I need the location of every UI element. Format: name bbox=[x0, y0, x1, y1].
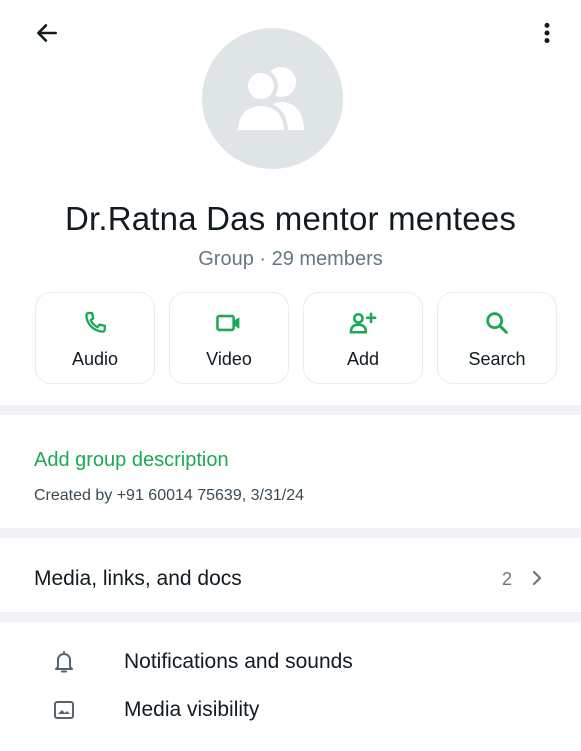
section-divider bbox=[0, 405, 581, 415]
add-label: Add bbox=[346, 349, 380, 369]
media-count: 2 bbox=[502, 569, 513, 589]
section-divider bbox=[0, 528, 581, 538]
chevron-right-icon bbox=[530, 566, 548, 590]
media-visibility-row[interactable]: Media visibility bbox=[0, 684, 581, 736]
quick-actions: Audio Video Add Search bbox=[35, 292, 559, 386]
image-icon bbox=[50, 696, 78, 724]
back-button[interactable] bbox=[30, 16, 64, 50]
group-member-count: Group · 29 members bbox=[198, 248, 383, 270]
group-name: Dr.Ratna Das mentor mentees bbox=[64, 200, 517, 237]
add-group-description-link[interactable]: Add group description bbox=[34, 449, 229, 472]
more-vertical-icon bbox=[544, 22, 550, 44]
phone-icon bbox=[85, 311, 106, 333]
search-icon bbox=[486, 312, 508, 334]
notifications-sounds-row[interactable]: Notifications and sounds bbox=[0, 636, 581, 688]
add-person-icon bbox=[349, 312, 377, 334]
media-links-docs-label: Media, links, and docs bbox=[34, 567, 242, 590]
search-label: Search bbox=[468, 349, 526, 369]
media-links-docs-row[interactable]: Media, links, and docs 2 bbox=[0, 545, 581, 609]
video-camera-icon bbox=[216, 314, 240, 332]
group-people-icon bbox=[233, 66, 304, 134]
created-by-text: Created by +91 60014 75639, 3/31/24 bbox=[34, 487, 304, 504]
more-options-button[interactable] bbox=[530, 16, 564, 50]
search-button[interactable]: Search bbox=[437, 292, 557, 384]
video-call-button[interactable]: Video bbox=[169, 292, 289, 384]
arrow-left-icon bbox=[37, 24, 57, 42]
bell-icon bbox=[50, 648, 78, 676]
audio-call-button[interactable]: Audio bbox=[35, 292, 155, 384]
notifications-sounds-label: Notifications and sounds bbox=[124, 650, 353, 673]
group-avatar[interactable] bbox=[202, 28, 343, 169]
add-member-button[interactable]: Add bbox=[303, 292, 423, 384]
video-label: Video bbox=[206, 349, 252, 369]
section-divider bbox=[0, 612, 581, 622]
audio-label: Audio bbox=[71, 349, 119, 369]
media-visibility-label: Media visibility bbox=[124, 698, 260, 721]
